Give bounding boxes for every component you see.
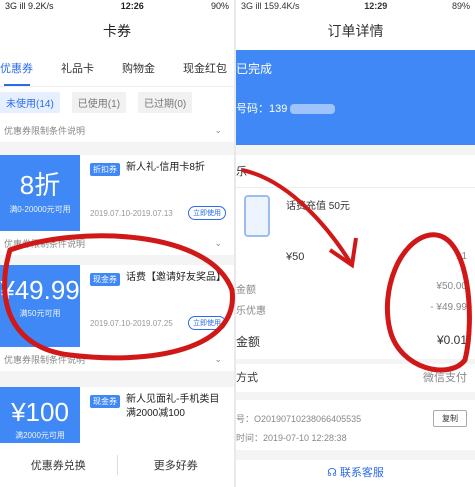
coupon-tabs: 优惠券 礼品卡 购物金 现金红包 bbox=[0, 50, 234, 86]
summary-row: 乐优惠 - ¥49.99 bbox=[236, 302, 467, 317]
chevron-down-icon: ⌄ bbox=[214, 353, 222, 364]
clock: 12:29 bbox=[364, 1, 388, 11]
chevron-down-icon: ⌄ bbox=[214, 124, 222, 135]
condition-label: 优惠券限制条件说明 bbox=[4, 125, 86, 136]
coupon-value-panel: ¥49.99 满50元可用 bbox=[0, 265, 80, 351]
active-tab-indicator bbox=[4, 84, 30, 86]
order-meta: 号：O20190710238066405535 复制 时间：2019-07-10… bbox=[236, 400, 475, 450]
bottom-action-bar: 优惠券兑换 更多好券 bbox=[0, 443, 234, 487]
product-quantity: x1 bbox=[456, 251, 467, 262]
coupon-value-panel: 8折 满0-20000元可用 bbox=[0, 155, 80, 241]
chevron-down-icon: ⌄ bbox=[214, 237, 222, 248]
tab-shopping-credit[interactable]: 购物金 bbox=[122, 60, 155, 76]
status-bar: 3G ill 159.4K/s 12:29 89% bbox=[236, 0, 475, 12]
page-title: 订单详情 bbox=[236, 12, 475, 50]
payment-label: 方式 bbox=[236, 372, 258, 384]
coupon-name: 新人见面礼-手机类目满2000减100 bbox=[126, 394, 220, 419]
price-summary: 金额 ¥50.00 乐优惠 - ¥49.99 金额 ¥0.01 bbox=[236, 273, 475, 359]
condition-row[interactable]: 优惠券限制条件说明 ⌄ bbox=[0, 231, 234, 255]
filter-unused[interactable]: 未使用(14) bbox=[0, 92, 60, 113]
coupon-amount: ¥100 bbox=[11, 397, 69, 427]
coupon-card: ¥49.99 满50元可用 现金券 话费【邀请好友奖品】 2019.07.10-… bbox=[0, 265, 234, 351]
product-section: 乐 话费充值 50元 ¥50 x1 bbox=[236, 155, 475, 285]
coupon-name: 话费【邀请好友奖品】 bbox=[126, 272, 226, 283]
filter-used[interactable]: 已使用(1) bbox=[71, 92, 127, 113]
tab-gift-card[interactable]: 礼品卡 bbox=[61, 60, 94, 76]
payment-method-row: 方式 微信支付 bbox=[236, 364, 475, 392]
order-detail-screen: 3G ill 159.4K/s 12:29 89% 订单详情 已完成 号码：13… bbox=[236, 0, 475, 487]
coupon-amount: ¥49.99 bbox=[0, 275, 80, 305]
coupon-name: 新人礼-信用卡8折 bbox=[126, 162, 205, 173]
use-now-button[interactable]: 立即使用 bbox=[188, 206, 226, 220]
coupon-type-badge: 现金券 bbox=[90, 395, 120, 408]
coupon-threshold: 满0-20000元可用 bbox=[9, 205, 71, 214]
status-filters: 未使用(14) 已使用(1) 已过期(0) bbox=[0, 86, 234, 118]
battery-status: 89% bbox=[451, 1, 470, 11]
order-status-banner: 已完成 号码：139 bbox=[236, 50, 475, 145]
order-status: 已完成 bbox=[236, 62, 273, 76]
tab-cash-red-packet[interactable]: 现金红包 bbox=[183, 60, 227, 76]
condition-row[interactable]: 优惠券限制条件说明 ⌄ bbox=[0, 347, 234, 371]
phone-icon bbox=[244, 195, 270, 237]
more-coupons-button[interactable]: 更多好券 bbox=[118, 457, 235, 473]
order-id: 号：O20190710238066405535 bbox=[236, 414, 362, 424]
use-now-button[interactable]: 立即使用 bbox=[188, 316, 226, 330]
clock: 12:26 bbox=[120, 1, 144, 11]
phone-number: 号码：139 bbox=[236, 100, 336, 116]
product-name: 话费充值 50元 bbox=[286, 201, 350, 212]
coupon-validity: 2019.07.10-2019.07.13 bbox=[90, 209, 173, 218]
coupon-card: 8折 满0-20000元可用 折扣券 新人礼-信用卡8折 2019.07.10-… bbox=[0, 155, 234, 241]
payment-value: 微信支付 bbox=[423, 372, 467, 384]
coupon-type-badge: 现金券 bbox=[90, 273, 120, 286]
condition-row[interactable]: 优惠券限制条件说明 ⌄ bbox=[0, 118, 234, 142]
coupon-wallet-screen: 3G ill 9.2K/s 12:26 90% 卡券 优惠券 礼品卡 购物金 现… bbox=[0, 0, 234, 487]
network-status: 3G ill 9.2K/s bbox=[5, 1, 54, 11]
status-bar: 3G ill 9.2K/s 12:26 90% bbox=[0, 0, 234, 12]
page-title: 卡券 bbox=[0, 12, 234, 50]
product-price: ¥50 bbox=[286, 251, 305, 263]
contact-service-button[interactable]: ☊ 联系客服 bbox=[236, 460, 475, 487]
summary-row: 金额 ¥50.00 bbox=[236, 281, 467, 296]
copy-button[interactable]: 复制 bbox=[433, 410, 467, 427]
headset-icon: ☊ bbox=[327, 467, 337, 479]
battery-status: 90% bbox=[210, 1, 229, 11]
coupon-threshold: 满2000元可用 bbox=[15, 431, 65, 440]
masked-number bbox=[290, 104, 336, 115]
coupon-amount: 8折 bbox=[19, 170, 61, 200]
merchant-name: 乐 bbox=[236, 163, 475, 188]
condition-label: 优惠券限制条件说明 bbox=[4, 238, 86, 249]
network-status: 3G ill 159.4K/s bbox=[241, 1, 300, 11]
coupon-type-badge: 折扣券 bbox=[90, 163, 120, 176]
condition-label: 优惠券限制条件说明 bbox=[4, 354, 86, 365]
filter-expired[interactable]: 已过期(0) bbox=[138, 92, 193, 113]
coupon-exchange-button[interactable]: 优惠券兑换 bbox=[0, 457, 117, 473]
order-time: 时间：2019-07-10 12:28:38 bbox=[236, 433, 347, 443]
tab-coupons[interactable]: 优惠券 bbox=[0, 60, 33, 76]
coupon-validity: 2019.07.10-2019.07.25 bbox=[90, 319, 173, 328]
coupon-threshold: 满50元可用 bbox=[19, 309, 61, 318]
total-row: 金额 ¥0.01 bbox=[236, 333, 467, 349]
